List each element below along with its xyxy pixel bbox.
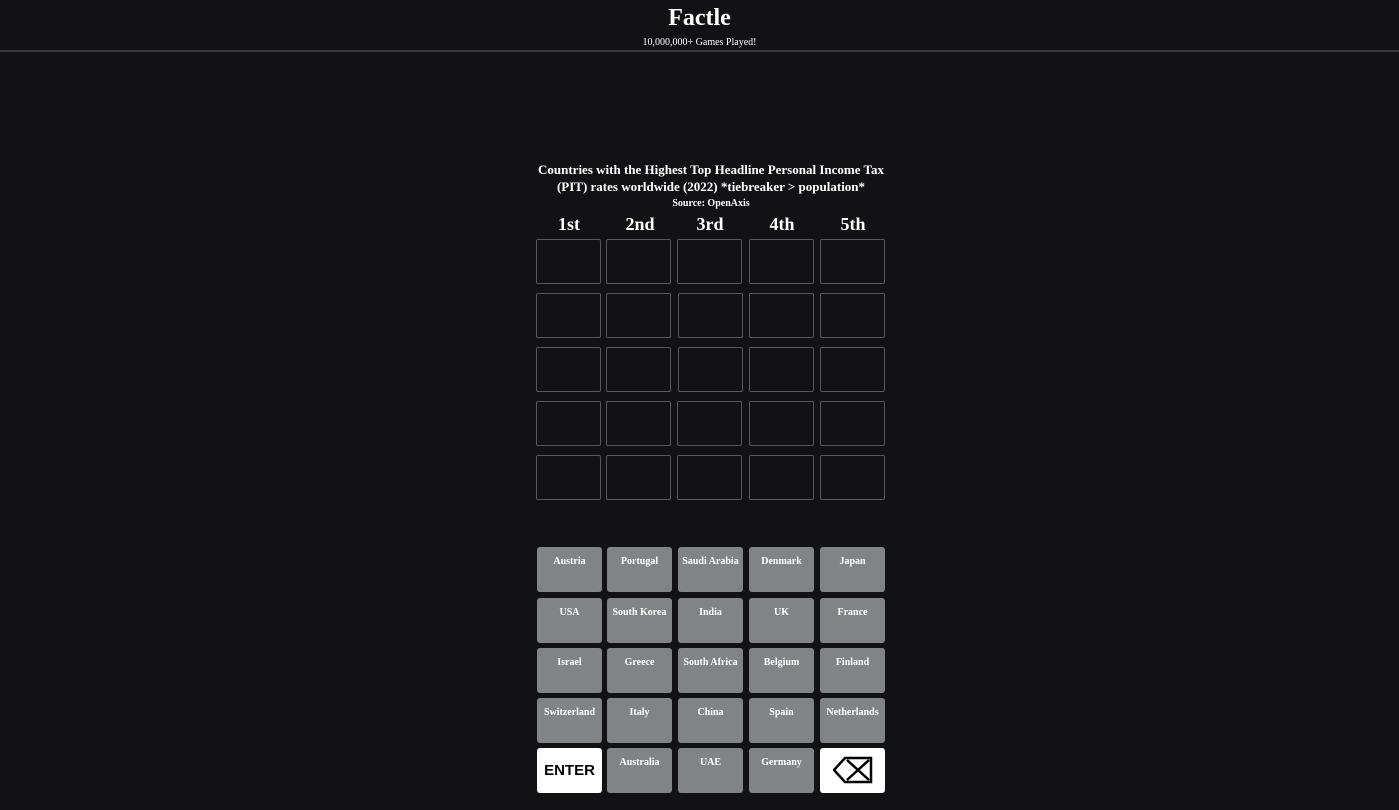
puzzle-question: Countries with the Highest Top Headline … bbox=[538, 162, 884, 194]
rank-label-3: 3rd bbox=[696, 214, 724, 234]
grid-cell bbox=[820, 347, 885, 392]
grid-cell bbox=[606, 347, 671, 392]
key-germany[interactable]: Germany bbox=[749, 748, 814, 793]
games-played-count: 10,000,000+ Games Played! bbox=[642, 37, 757, 48]
key-south-africa[interactable]: South Africa bbox=[678, 648, 743, 693]
key-switzerland[interactable]: Switzerland bbox=[537, 698, 602, 743]
grid-cell bbox=[820, 239, 885, 284]
grid-cell bbox=[749, 239, 814, 284]
key-saudi-arabia[interactable]: Saudi Arabia bbox=[678, 547, 743, 592]
grid-cell bbox=[749, 293, 814, 338]
grid-cell bbox=[606, 455, 671, 500]
rank-label-2: 2nd bbox=[625, 214, 655, 234]
grid-cell bbox=[820, 293, 885, 338]
grid-cell bbox=[536, 455, 601, 500]
key-china[interactable]: China bbox=[678, 698, 743, 743]
app-title: Factle bbox=[668, 5, 731, 31]
backspace-button[interactable] bbox=[820, 748, 885, 793]
key-denmark[interactable]: Denmark bbox=[749, 547, 814, 592]
rank-label-4: 4th bbox=[769, 214, 795, 234]
key-belgium[interactable]: Belgium bbox=[749, 648, 814, 693]
grid-cell bbox=[606, 401, 671, 446]
grid-cell bbox=[606, 239, 671, 284]
enter-button[interactable]: ENTER bbox=[537, 748, 602, 793]
header: Factle 10,000,000+ Games Played! bbox=[0, 0, 1399, 52]
key-israel[interactable]: Israel bbox=[537, 648, 602, 693]
rank-label-5: 5th bbox=[840, 214, 866, 234]
key-japan[interactable]: Japan bbox=[820, 547, 885, 592]
key-india[interactable]: India bbox=[678, 598, 743, 643]
key-italy[interactable]: Italy bbox=[607, 698, 672, 743]
grid-cell bbox=[677, 239, 742, 284]
grid-cell bbox=[536, 401, 601, 446]
rank-label-1: 1st bbox=[558, 214, 580, 234]
rank-labels: 1st 2nd 3rd 4th 5th bbox=[536, 213, 896, 237]
grid-cell bbox=[536, 293, 601, 338]
backspace-icon bbox=[831, 756, 873, 788]
grid-cell bbox=[536, 239, 601, 284]
puzzle-source: Source: OpenAxis bbox=[672, 198, 750, 209]
grid-cell bbox=[677, 401, 742, 446]
key-france[interactable]: France bbox=[820, 598, 885, 643]
grid-cell bbox=[536, 347, 601, 392]
grid-cell bbox=[820, 455, 885, 500]
key-uk[interactable]: UK bbox=[749, 598, 814, 643]
grid-cell bbox=[820, 401, 885, 446]
grid-cell bbox=[606, 293, 671, 338]
key-portugal[interactable]: Portugal bbox=[607, 547, 672, 592]
grid-cell bbox=[677, 455, 742, 500]
guess-grid bbox=[536, 239, 896, 501]
grid-cell bbox=[749, 455, 814, 500]
country-keyboard: Austria Portugal Saudi Arabia Denmark Ja… bbox=[537, 547, 887, 797]
key-finland[interactable]: Finland bbox=[820, 648, 885, 693]
key-usa[interactable]: USA bbox=[537, 598, 602, 643]
key-south-korea[interactable]: South Korea bbox=[607, 598, 672, 643]
key-uae[interactable]: UAE bbox=[678, 748, 743, 793]
grid-cell bbox=[749, 401, 814, 446]
key-netherlands[interactable]: Netherlands bbox=[820, 698, 885, 743]
grid-cell bbox=[678, 293, 743, 338]
grid-cell bbox=[678, 347, 743, 392]
key-spain[interactable]: Spain bbox=[749, 698, 814, 743]
key-austria[interactable]: Austria bbox=[537, 547, 602, 592]
key-australia[interactable]: Australia bbox=[607, 748, 672, 793]
key-greece[interactable]: Greece bbox=[607, 648, 672, 693]
grid-cell bbox=[749, 347, 814, 392]
